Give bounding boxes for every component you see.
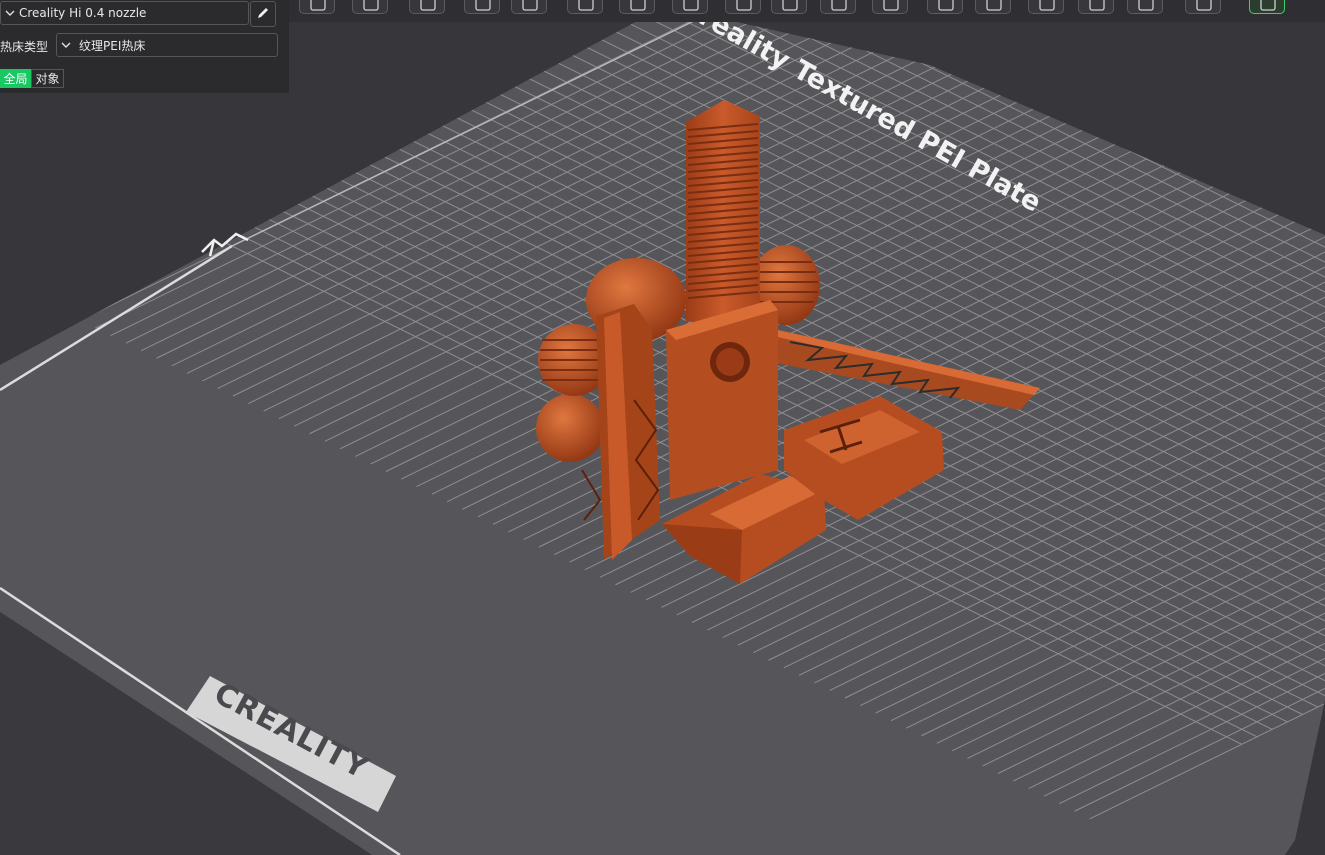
bed-type-label: 热床类型 xyxy=(0,40,49,54)
layout-tool-button[interactable] xyxy=(567,0,603,14)
keyboard-tool-button[interactable] xyxy=(352,0,388,14)
move-tool-button[interactable] xyxy=(619,0,655,14)
text-tool-button[interactable] xyxy=(1078,0,1114,14)
support-tool-button[interactable] xyxy=(820,0,856,14)
rotate-tool-button[interactable] xyxy=(672,0,708,14)
arrange-tool-button[interactable] xyxy=(409,0,445,14)
paint-tool-button[interactable] xyxy=(511,0,547,14)
build-plate xyxy=(0,6,1325,855)
scale-tool-button[interactable] xyxy=(725,0,761,14)
settings-panel: Creality Hi 0.4 nozzle 热床类型 纹理PEI热床 全局 对… xyxy=(0,0,289,93)
pencil-icon xyxy=(256,5,270,24)
3d-viewport[interactable]: Creality Textured PEI Plate CREALITY xyxy=(0,0,1325,855)
tab-global[interactable]: 全局 xyxy=(0,69,31,88)
assembly-tool-button[interactable] xyxy=(1028,0,1064,14)
printer-name: Creality Hi 0.4 nozzle xyxy=(19,6,147,20)
seam-tool-button[interactable] xyxy=(872,0,908,14)
cube-tool-button[interactable] xyxy=(299,0,335,14)
chevron-down-icon xyxy=(1,1,19,25)
cut-tool-button[interactable] xyxy=(771,0,807,14)
edit-printer-button[interactable] xyxy=(250,1,276,27)
measure-tool-button[interactable] xyxy=(975,0,1011,14)
printer-select[interactable]: Creality Hi 0.4 nozzle xyxy=(0,1,249,25)
bed-type-value: 纹理PEI热床 xyxy=(79,38,146,53)
brand-tool-button[interactable] xyxy=(1249,0,1285,14)
tab-object[interactable]: 对象 xyxy=(31,69,64,88)
chevron-down-icon xyxy=(57,33,75,57)
bed-type-select[interactable]: 纹理PEI热床 xyxy=(56,33,278,57)
build-plate-scene[interactable]: Creality Textured PEI Plate CREALITY xyxy=(0,0,1325,855)
view-tool-button[interactable] xyxy=(1185,0,1221,14)
top-toolbar xyxy=(289,0,1325,22)
emboss-tool-button[interactable] xyxy=(1127,0,1163,14)
orient-tool-button[interactable] xyxy=(464,0,500,14)
fill-tool-button[interactable] xyxy=(927,0,963,14)
